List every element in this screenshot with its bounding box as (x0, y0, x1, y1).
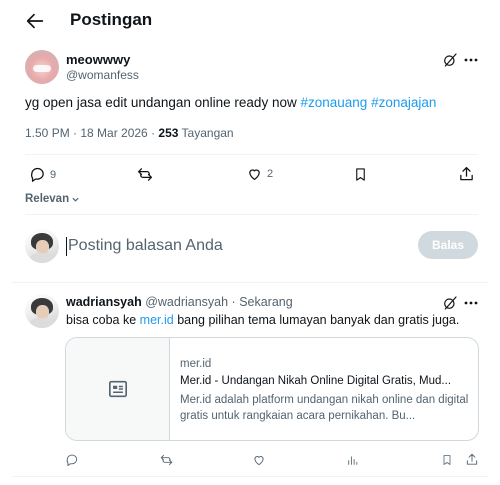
post-timestamp[interactable]: 1.50 PM · 18 Mar 2026 · (25, 126, 158, 140)
link-preview-card[interactable]: mer.id Mer.id - Undangan Nikah Online Di… (65, 337, 479, 441)
reply-reply-action[interactable] (65, 453, 79, 467)
reply-action[interactable]: 9 (29, 166, 56, 183)
author-display-name[interactable]: meowwwy (66, 52, 130, 67)
page-title: Postingan (70, 10, 153, 29)
reply-more-options-button[interactable] (464, 301, 478, 305)
reply-count: 9 (50, 168, 57, 181)
my-avatar (25, 229, 59, 263)
reply-submit-button[interactable]: Balas (418, 231, 478, 259)
reply-input-placeholder: Posting balasan Anda (68, 237, 223, 254)
reply-repost-action[interactable] (159, 453, 174, 467)
reply-display-name[interactable]: wadriansyah (66, 295, 142, 309)
like-count: 2 (267, 168, 274, 180)
share-icon (460, 166, 473, 181)
reply-link[interactable]: mer.id (140, 313, 174, 327)
reply-text-before: bisa coba ke (66, 313, 140, 327)
divider (12, 476, 488, 477)
repost-action[interactable] (136, 166, 154, 183)
link-card-title: Mer.id - Undangan Nikah Online Digital G… (180, 375, 452, 387)
share-action[interactable] (458, 165, 475, 183)
bookmark-icon (356, 168, 365, 181)
post-text: yg open jasa edit undangan online ready … (25, 95, 436, 110)
article-icon (108, 380, 127, 398)
hashtag-link[interactable]: #zonajajan (371, 95, 436, 110)
bookmark-icon (443, 455, 451, 465)
reply-views-action[interactable] (346, 453, 359, 467)
divider (25, 214, 478, 215)
author-avatar[interactable] (25, 50, 59, 84)
grok-button[interactable] (442, 52, 458, 68)
reply-author-avatar[interactable] (25, 294, 59, 328)
reply-share-action[interactable] (465, 452, 479, 467)
reply-grok-button[interactable] (442, 295, 458, 311)
grok-icon (444, 53, 457, 67)
repost-icon (160, 454, 173, 466)
views-label: Tayangan (178, 126, 234, 140)
share-icon (466, 453, 478, 465)
sort-dropdown[interactable]: Relevan (25, 193, 80, 205)
comment-icon (66, 454, 78, 467)
analytics-icon (348, 456, 358, 465)
reply-bookmark-action[interactable] (441, 453, 453, 467)
divider (25, 154, 478, 155)
bookmark-action[interactable] (353, 166, 368, 183)
chevron-down-icon (72, 197, 79, 202)
link-card-description: Mer.id adalah platform undangan nikah on… (180, 394, 469, 422)
like-action[interactable]: 2 (246, 166, 273, 182)
back-button[interactable] (24, 10, 46, 32)
grok-icon (444, 296, 457, 310)
heart-icon (249, 169, 260, 180)
divider (12, 282, 488, 283)
post-meta: 1.50 PM · 18 Mar 2026 · 253 Tayangan (25, 126, 234, 140)
ellipsis-icon (464, 58, 478, 62)
ellipsis-icon (464, 301, 478, 305)
sort-label: Relevan (25, 193, 70, 205)
reply-handle-time[interactable]: @wadriansyah · Sekarang (145, 295, 293, 309)
comment-icon (31, 167, 44, 182)
author-handle[interactable]: @womanfess (66, 68, 139, 82)
more-options-button[interactable] (464, 58, 478, 62)
reply-like-action[interactable] (252, 453, 266, 467)
reply-text: bisa coba ke mer.id bang pilihan tema lu… (66, 313, 459, 327)
link-card-thumbnail (66, 338, 170, 440)
post-text-body: yg open jasa edit undangan online ready … (25, 95, 301, 110)
heart-icon (254, 456, 264, 466)
repost-icon (137, 168, 153, 181)
arrow-left-icon (26, 13, 44, 29)
views-count: 253 (158, 126, 179, 140)
hashtag-link[interactable]: #zonauang (300, 95, 367, 110)
link-card-domain: mer.id (180, 358, 212, 370)
reply-input[interactable]: Posting balasan Anda (66, 235, 396, 257)
reply-text-after: bang pilihan tema lumayan banyak dan gra… (173, 313, 460, 327)
reply-header: wadriansyah @wadriansyah · Sekarang (66, 295, 293, 309)
